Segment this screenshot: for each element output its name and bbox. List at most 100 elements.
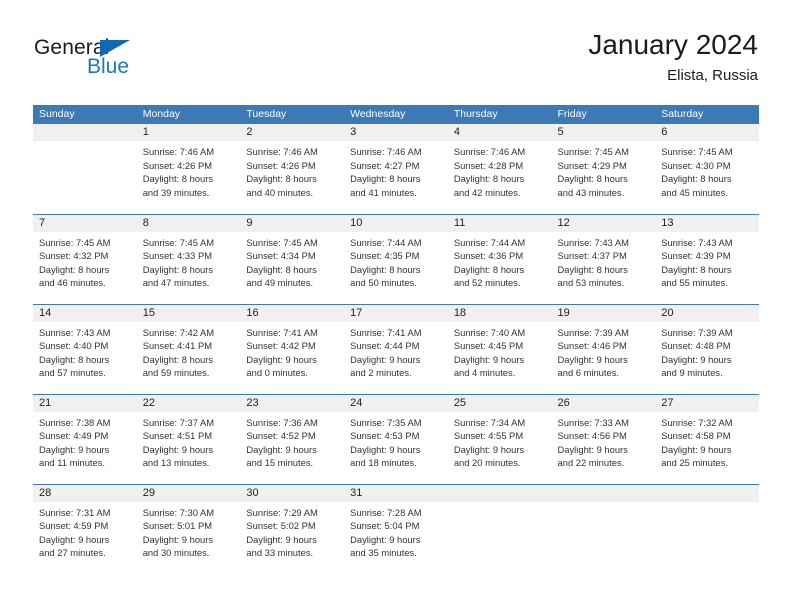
day-details: Sunrise: 7:39 AM Sunset: 4:48 PM Daylight:… <box>655 322 759 380</box>
day-details: Sunrise: 7:35 AM Sunset: 4:53 PM Daylight:… <box>344 412 448 470</box>
calendar-cell-empty <box>551 483 656 574</box>
calendar-day-cell[interactable]: 9 Sunrise: 7:45 AM Sunset: 4:34 PM Daylight… <box>240 213 345 304</box>
calendar-day-cell[interactable]: 2 Sunrise: 7:46 AM Sunset: 4:26 PM Daylight… <box>240 124 345 214</box>
day-number <box>447 484 552 502</box>
calendar-day-cell[interactable]: 30 Sunrise: 7:29 AM Sunset: 5:02 PM Dayligh… <box>240 483 345 574</box>
daylight-text-line2: and 20 minutes. <box>453 457 521 468</box>
daylight-text-line2: and 47 minutes. <box>142 277 210 288</box>
day-number: 19 <box>551 304 656 322</box>
sunset-text: Sunset: 4:45 PM <box>453 340 524 351</box>
sunrise-text: Sunrise: 7:41 AM <box>246 326 318 338</box>
day-number: 3 <box>344 124 448 141</box>
calendar-day-cell[interactable]: 6 Sunrise: 7:45 AM Sunset: 4:30 PM Daylight… <box>655 124 759 214</box>
day-number: 15 <box>136 304 241 322</box>
day-details: Sunrise: 7:32 AM Sunset: 4:58 PM Daylight:… <box>655 412 759 470</box>
daylight-text-line2: and 42 minutes. <box>453 186 521 198</box>
day-details: Sunrise: 7:34 AM Sunset: 4:55 PM Daylight:… <box>448 412 552 470</box>
day-details: Sunrise: 7:41 AM Sunset: 4:42 PM Daylight:… <box>240 322 344 380</box>
calendar-day-cell[interactable]: 14 Sunrise: 7:43 AM Sunset: 4:40 PM Dayligh… <box>33 303 137 394</box>
sunset-text: Sunset: 4:26 PM <box>142 159 213 171</box>
daylight-text-line2: and 9 minutes. <box>661 367 723 378</box>
day-number: 16 <box>240 304 345 322</box>
day-number: 4 <box>447 124 552 141</box>
calendar-day-cell[interactable]: 8 Sunrise: 7:45 AM Sunset: 4:33 PM Daylight… <box>136 213 241 304</box>
daylight-text-line2: and 46 minutes. <box>39 277 106 288</box>
day-details: Sunrise: 7:38 AM Sunset: 4:49 PM Daylight:… <box>33 412 137 470</box>
weekday-header-wednesday: Wednesday <box>344 105 448 124</box>
calendar-day-cell[interactable]: 28 Sunrise: 7:31 AM Sunset: 4:59 PM Dayligh… <box>33 483 137 574</box>
day-details: Sunrise: 7:39 AM Sunset: 4:46 PM Daylight:… <box>552 322 656 380</box>
sunrise-text: Sunrise: 7:45 AM <box>661 146 733 157</box>
calendar-day-cell[interactable]: 4 Sunrise: 7:46 AM Sunset: 4:28 PM Daylight… <box>447 124 552 214</box>
brand-logo[interactable]: General Blue <box>34 36 234 80</box>
day-details: Sunrise: 7:28 AM Sunset: 5:04 PM Daylight:… <box>344 502 448 560</box>
daylight-text-line1: Daylight: 8 hours <box>350 173 421 184</box>
day-details: Sunrise: 7:43 AM Sunset: 4:40 PM Daylight:… <box>33 322 137 380</box>
calendar-day-cell[interactable]: 16 Sunrise: 7:41 AM Sunset: 4:42 PM Dayligh… <box>240 303 345 394</box>
calendar-day-cell[interactable]: 29 Sunrise: 7:30 AM Sunset: 5:01 PM Dayligh… <box>136 483 241 574</box>
calendar-week-row: 28 Sunrise: 7:31 AM Sunset: 4:59 PM Dayligh… <box>33 483 759 574</box>
calendar-day-cell[interactable]: 1 Sunrise: 7:46 AM Sunset: 4:26 PM Daylight… <box>136 124 241 214</box>
daylight-text-line1: Daylight: 8 hours <box>661 263 732 275</box>
calendar-day-cell[interactable]: 18 Sunrise: 7:40 AM Sunset: 4:45 PM Dayligh… <box>447 303 552 394</box>
day-details: Sunrise: 7:44 AM Sunset: 4:36 PM Daylight:… <box>448 232 552 290</box>
daylight-text-line1: Daylight: 9 hours <box>557 443 628 455</box>
calendar-day-cell[interactable]: 17 Sunrise: 7:41 AM Sunset: 4:44 PM Dayligh… <box>344 303 448 394</box>
daylight-text-line1: Daylight: 8 hours <box>142 263 214 275</box>
day-details: Sunrise: 7:43 AM Sunset: 4:39 PM Daylight:… <box>655 232 759 290</box>
day-number: 1 <box>136 124 241 141</box>
calendar-day-cell[interactable]: 22 Sunrise: 7:37 AM Sunset: 4:51 PM Dayligh… <box>136 393 241 484</box>
sunrise-text: Sunrise: 7:44 AM <box>350 236 422 248</box>
calendar-day-cell[interactable]: 24 Sunrise: 7:35 AM Sunset: 4:53 PM Dayligh… <box>344 393 448 484</box>
day-details: Sunrise: 7:37 AM Sunset: 4:51 PM Daylight:… <box>137 412 241 470</box>
daylight-text-line1: Daylight: 8 hours <box>661 173 732 184</box>
brand-name-blue: Blue <box>87 55 130 78</box>
day-details: Sunrise: 7:46 AM Sunset: 4:28 PM Daylight:… <box>448 141 552 199</box>
calendar-day-cell[interactable]: 5 Sunrise: 7:45 AM Sunset: 4:29 PM Daylight… <box>551 124 656 214</box>
calendar-day-cell[interactable]: 26 Sunrise: 7:33 AM Sunset: 4:56 PM Dayligh… <box>551 393 656 484</box>
calendar-day-cell[interactable]: 11 Sunrise: 7:44 AM Sunset: 4:36 PM Dayligh… <box>447 213 552 304</box>
calendar-day-cell[interactable]: 31 Sunrise: 7:28 AM Sunset: 5:04 PM Dayligh… <box>344 483 448 574</box>
calendar-day-cell[interactable]: 3 Sunrise: 7:46 AM Sunset: 4:27 PM Daylight… <box>344 124 448 214</box>
day-number: 29 <box>136 484 241 502</box>
daylight-text-line1: Daylight: 8 hours <box>246 263 317 275</box>
daylight-text-line1: Daylight: 9 hours <box>39 443 110 455</box>
calendar-day-cell[interactable]: 20 Sunrise: 7:39 AM Sunset: 4:48 PM Dayligh… <box>655 303 759 394</box>
day-number: 5 <box>551 124 656 141</box>
daylight-text-line1: Daylight: 8 hours <box>557 263 628 275</box>
daylight-text-line1: Daylight: 9 hours <box>246 533 317 545</box>
sunrise-text: Sunrise: 7:29 AM <box>246 506 318 518</box>
day-number: 6 <box>655 124 759 141</box>
calendar-day-cell[interactable]: 15 Sunrise: 7:42 AM Sunset: 4:41 PM Dayligh… <box>136 303 241 394</box>
calendar-day-cell[interactable]: 27 Sunrise: 7:32 AM Sunset: 4:58 PM Dayligh… <box>655 393 759 484</box>
calendar-day-cell[interactable]: 10 Sunrise: 7:44 AM Sunset: 4:35 PM Dayligh… <box>344 213 448 304</box>
calendar-day-cell[interactable]: 21 Sunrise: 7:38 AM Sunset: 4:49 PM Dayligh… <box>33 393 137 484</box>
sunrise-text: Sunrise: 7:35 AM <box>350 416 422 428</box>
day-details: Sunrise: 7:30 AM Sunset: 5:01 PM Daylight:… <box>137 502 241 560</box>
calendar-day-cell[interactable]: 7 Sunrise: 7:45 AM Sunset: 4:32 PM Daylight… <box>33 213 137 304</box>
sunrise-text: Sunrise: 7:44 AM <box>453 236 526 248</box>
daylight-text-line1: Daylight: 8 hours <box>246 173 317 184</box>
sunrise-text: Sunrise: 7:46 AM <box>142 146 215 157</box>
daylight-text-line2: and 15 minutes. <box>246 457 314 468</box>
sunset-text: Sunset: 4:44 PM <box>350 340 420 351</box>
page-title: January 2024 <box>588 29 758 60</box>
calendar-day-cell[interactable]: 23 Sunrise: 7:36 AM Sunset: 4:52 PM Dayligh… <box>240 393 345 484</box>
calendar-day-cell[interactable]: 12 Sunrise: 7:43 AM Sunset: 4:37 PM Dayligh… <box>551 213 656 304</box>
daylight-text-line1: Daylight: 9 hours <box>39 533 110 545</box>
calendar-day-cell[interactable]: 13 Sunrise: 7:43 AM Sunset: 4:39 PM Dayligh… <box>655 213 759 304</box>
weekday-header-sunday: Sunday <box>33 105 137 124</box>
day-number: 14 <box>33 304 137 322</box>
day-details: Sunrise: 7:44 AM Sunset: 4:35 PM Daylight:… <box>344 232 448 290</box>
sunrise-text: Sunrise: 7:36 AM <box>246 416 318 428</box>
sunset-text: Sunset: 5:04 PM <box>350 520 420 531</box>
daylight-text-line2: and 13 minutes. <box>142 457 210 468</box>
calendar-table: Sunday Monday Tuesday Wednesday Thursday Frid… <box>33 105 759 574</box>
daylight-text-line2: and 22 minutes. <box>557 457 625 468</box>
calendar-day-cell[interactable]: 25 Sunrise: 7:34 AM Sunset: 4:55 PM Dayligh… <box>447 393 552 484</box>
sunset-text: Sunset: 4:29 PM <box>557 159 627 171</box>
calendar-day-cell[interactable]: 19 Sunrise: 7:39 AM Sunset: 4:46 PM Dayligh… <box>551 303 656 394</box>
sunset-text: Sunset: 4:39 PM <box>661 250 731 261</box>
daylight-text-line2: and 39 minutes. <box>142 186 210 198</box>
sunset-text: Sunset: 4:53 PM <box>350 430 420 441</box>
